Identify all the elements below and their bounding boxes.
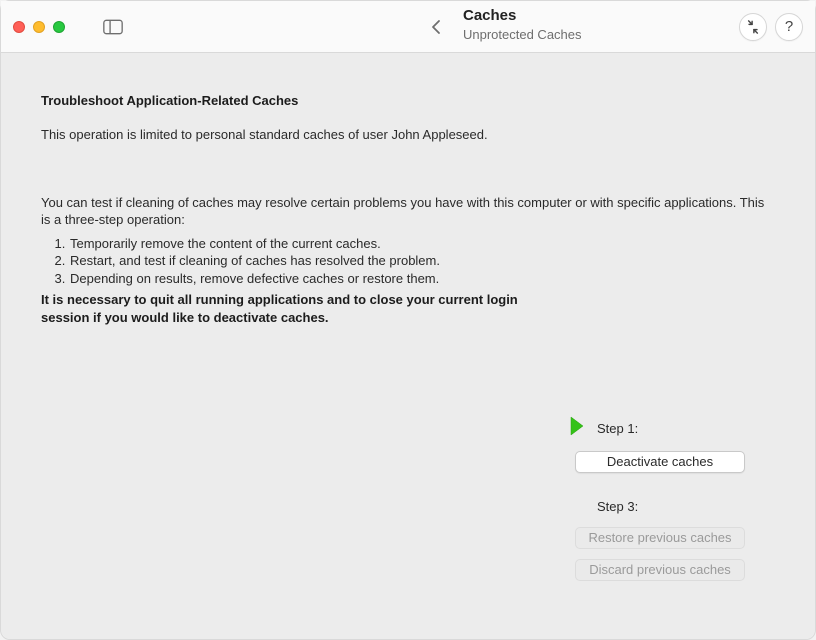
question-mark-icon: ? xyxy=(785,18,793,35)
lead-text: You can test if cleaning of caches may r… xyxy=(41,194,775,229)
window-traffic-lights xyxy=(13,21,65,33)
step-item: Temporarily remove the content of the cu… xyxy=(69,235,775,253)
intro-text: This operation is limited to personal st… xyxy=(41,126,775,144)
discard-caches-button: Discard previous caches xyxy=(575,559,745,581)
title-stack: Caches Unprotected Caches xyxy=(463,7,582,43)
window-title: Caches xyxy=(463,7,582,25)
content-area: Troubleshoot Application-Related Caches … xyxy=(1,53,815,639)
collapse-button[interactable] xyxy=(739,13,767,41)
restore-caches-button: Restore previous caches xyxy=(575,527,745,549)
current-step-arrow-icon xyxy=(569,416,585,441)
actions-panel: Step 1: Deactivate caches Step 3: Restor… xyxy=(575,417,775,591)
deactivate-caches-button[interactable]: Deactivate caches xyxy=(575,451,745,473)
step-item: Depending on results, remove defective c… xyxy=(69,270,775,288)
warning-note: It is necessary to quit all running appl… xyxy=(41,291,521,326)
steps-list: Temporarily remove the content of the cu… xyxy=(69,235,775,288)
window-close-button[interactable] xyxy=(13,21,25,33)
sidebar-toggle-button[interactable] xyxy=(97,15,129,39)
window-subtitle: Unprotected Caches xyxy=(463,27,582,43)
step1-label: Step 1: xyxy=(597,421,638,436)
window-fullscreen-button[interactable] xyxy=(53,21,65,33)
window-minimize-button[interactable] xyxy=(33,21,45,33)
step1-row: Step 1: xyxy=(575,417,775,439)
titlebar: Caches Unprotected Caches ? xyxy=(1,1,815,53)
step-item: Restart, and test if cleaning of caches … xyxy=(69,252,775,270)
step3-label: Step 3: xyxy=(597,499,638,514)
back-button[interactable] xyxy=(431,1,441,53)
help-button[interactable]: ? xyxy=(775,13,803,41)
step3-row: Step 3: xyxy=(575,495,775,517)
page-heading: Troubleshoot Application-Related Caches xyxy=(41,93,775,108)
